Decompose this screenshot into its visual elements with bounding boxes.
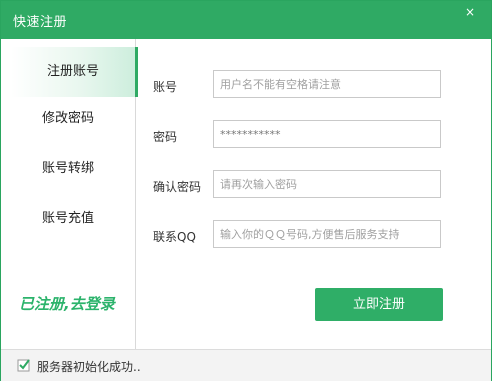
sidebar-item-change-password[interactable]: 修改密码 [1, 94, 135, 144]
register-window: 快速注册 × 注册账号 修改密码 账号转绑 账号充值 已注册,去登录 账号 用户… [0, 0, 492, 381]
account-input[interactable]: 用户名不能有空格请注意 [213, 70, 441, 98]
confirm-password-input[interactable]: 请再次输入密码 [213, 170, 441, 198]
confirm-password-label: 确认密码 [153, 180, 202, 194]
password-input[interactable]: *********** [213, 120, 441, 148]
login-link[interactable]: 已注册,去登录 [19, 293, 129, 314]
register-button[interactable]: 立即注册 [315, 288, 443, 321]
title-bar: 快速注册 × [1, 1, 491, 39]
contact-qq-input[interactable]: 输入你的ＱＱ号码,方便售后服务支持 [213, 220, 441, 248]
sidebar-item-recharge[interactable]: 账号充值 [1, 194, 135, 244]
register-form: 账号 用户名不能有空格请注意 密码 *********** 确认密码 请再次输入… [136, 39, 491, 349]
password-label: 密码 [153, 130, 178, 144]
window-title: 快速注册 [13, 15, 68, 30]
sidebar-item-transfer-account[interactable]: 账号转绑 [1, 144, 135, 194]
close-icon[interactable]: × [459, 4, 481, 20]
account-label: 账号 [153, 80, 178, 94]
contact-qq-label: 联系QQ [153, 230, 196, 244]
sidebar-item-register[interactable]: 注册账号 [11, 47, 138, 97]
status-bar: 服务器初始化成功.. [1, 349, 491, 381]
sidebar: 注册账号 修改密码 账号转绑 账号充值 已注册,去登录 [1, 39, 138, 349]
status-text: 服务器初始化成功.. [37, 360, 141, 374]
check-icon [17, 359, 30, 372]
